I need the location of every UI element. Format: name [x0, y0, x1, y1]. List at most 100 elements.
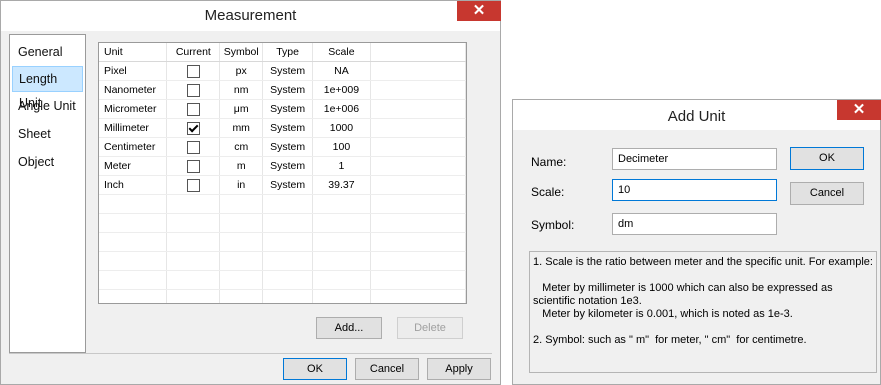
empty-cell	[262, 270, 314, 290]
name-label: Name:	[531, 155, 567, 169]
cell-type: System	[262, 61, 314, 81]
nav-item-sheet[interactable]: Sheet	[12, 121, 83, 147]
current-checkbox-cell[interactable]	[166, 156, 221, 176]
cell-filler	[370, 99, 466, 119]
cell-type: System	[262, 156, 314, 176]
name-field[interactable]: Decimeter	[612, 148, 777, 170]
empty-cell	[262, 251, 314, 271]
cell-filler	[370, 118, 466, 138]
table-row[interactable]: Pixel px System NA	[99, 61, 466, 81]
current-checkbox-cell[interactable]	[166, 137, 221, 157]
add-unit-titlebar[interactable]: Add Unit ✕	[513, 100, 881, 130]
cell-symbol: px	[219, 61, 264, 81]
cell-unit: Pixel	[99, 61, 168, 81]
empty-cell	[370, 213, 466, 233]
empty-cell	[99, 270, 168, 290]
empty-cell	[312, 232, 371, 252]
empty-row	[99, 289, 466, 303]
add-unit-dialog: Add Unit ✕ Name: Decimeter Scale: 10 Sym…	[512, 99, 881, 385]
table-row[interactable]: Centimeter cm System 100	[99, 137, 466, 157]
nav-item-angle-unit[interactable]: Angle Unit	[12, 93, 83, 119]
empty-cell	[166, 213, 221, 233]
empty-cell	[99, 232, 168, 252]
add-unit-ok-button[interactable]: OK	[790, 147, 864, 170]
empty-cell	[312, 270, 371, 290]
table-row[interactable]: Inch in System 39.37	[99, 175, 466, 195]
empty-cell	[166, 194, 221, 214]
unchecked-checkbox[interactable]	[186, 83, 200, 97]
delete-unit-button[interactable]: Delete	[397, 317, 463, 339]
table-row[interactable]: Meter m System 1	[99, 156, 466, 176]
empty-cell	[370, 194, 466, 214]
empty-cell	[262, 289, 314, 303]
col-header-type[interactable]: Type	[262, 43, 314, 62]
unchecked-checkbox[interactable]	[186, 140, 200, 154]
empty-cell	[312, 251, 371, 271]
measurement-title: Measurement	[204, 7, 297, 24]
unchecked-checkbox[interactable]	[186, 159, 200, 173]
table-row[interactable]: Micrometer μm System 1e+006	[99, 99, 466, 119]
empty-cell	[370, 270, 466, 290]
unit-table-panel: Unit Current Symbol Type Scale Pixel px System…	[98, 42, 467, 304]
unchecked-checkbox[interactable]	[186, 102, 200, 116]
measurement-nav: General Length Unit Angle Unit Sheet Object	[9, 34, 86, 353]
cell-symbol: nm	[219, 80, 264, 100]
table-row[interactable]: Nanometer nm System 1e+009	[99, 80, 466, 100]
empty-cell	[262, 194, 314, 214]
help-note: 1. Scale is the ratio between meter and …	[529, 251, 877, 373]
cell-scale: 39.37	[312, 175, 371, 195]
add-unit-cancel-button[interactable]: Cancel	[790, 182, 864, 205]
nav-item-object[interactable]: Object	[12, 149, 83, 175]
symbol-field[interactable]: dm	[612, 213, 777, 235]
cell-unit: Nanometer	[99, 80, 168, 100]
note-line	[533, 321, 873, 334]
scale-field[interactable]: 10	[612, 179, 777, 201]
cell-unit: Meter	[99, 156, 168, 176]
col-header-current[interactable]: Current	[166, 43, 221, 62]
cell-filler	[370, 175, 466, 195]
cell-type: System	[262, 118, 314, 138]
empty-cell	[219, 232, 264, 252]
empty-cell	[312, 289, 371, 303]
empty-cell	[166, 232, 221, 252]
checked-checkbox[interactable]	[186, 121, 200, 135]
col-header-unit[interactable]: Unit	[99, 43, 168, 62]
note-line: 2. Symbol: such as " m" for meter, " cm"…	[533, 334, 807, 346]
nav-item-length-unit[interactable]: Length Unit	[12, 66, 83, 110]
add-unit-button[interactable]: Add...	[316, 317, 382, 339]
measurement-cancel-button[interactable]: Cancel	[355, 358, 419, 380]
note-line: Meter by kilometer is 0.001, which is no…	[533, 308, 793, 320]
unchecked-checkbox[interactable]	[186, 64, 200, 78]
col-header-scale[interactable]: Scale	[312, 43, 371, 62]
symbol-label: Symbol:	[531, 218, 575, 232]
current-checkbox-cell[interactable]	[166, 118, 221, 138]
empty-row	[99, 251, 466, 271]
cell-unit: Inch	[99, 175, 168, 195]
current-checkbox-cell[interactable]	[166, 99, 221, 119]
unchecked-checkbox[interactable]	[186, 178, 200, 192]
cell-scale: 1e+009	[312, 80, 371, 100]
measurement-apply-button[interactable]: Apply	[427, 358, 491, 380]
table-row[interactable]: Millimeter mm System 1000	[99, 118, 466, 138]
col-header-symbol[interactable]: Symbol	[219, 43, 264, 62]
cell-unit: Micrometer	[99, 99, 168, 119]
empty-row	[99, 232, 466, 252]
current-checkbox-cell[interactable]	[166, 80, 221, 100]
measurement-dialog: Measurement ✕ General Length Unit Angle Un…	[0, 0, 501, 385]
measurement-ok-button[interactable]: OK	[283, 358, 347, 380]
empty-cell	[370, 289, 466, 303]
cell-scale: 1e+006	[312, 99, 371, 119]
empty-row	[99, 194, 466, 214]
empty-row	[99, 270, 466, 290]
measurement-titlebar[interactable]: Measurement ✕	[1, 1, 501, 31]
note-line: Meter by millimeter is 1000 which can al…	[533, 282, 836, 307]
add-unit-close-icon[interactable]: ✕	[837, 100, 881, 120]
measurement-close-icon[interactable]: ✕	[457, 1, 501, 21]
current-checkbox-cell[interactable]	[166, 61, 221, 81]
empty-cell	[99, 251, 168, 271]
nav-item-general[interactable]: General	[12, 39, 83, 65]
cell-filler	[370, 61, 466, 81]
unit-table: Unit Current Symbol Type Scale Pixel px System…	[99, 43, 466, 303]
empty-cell	[370, 251, 466, 271]
current-checkbox-cell[interactable]	[166, 175, 221, 195]
